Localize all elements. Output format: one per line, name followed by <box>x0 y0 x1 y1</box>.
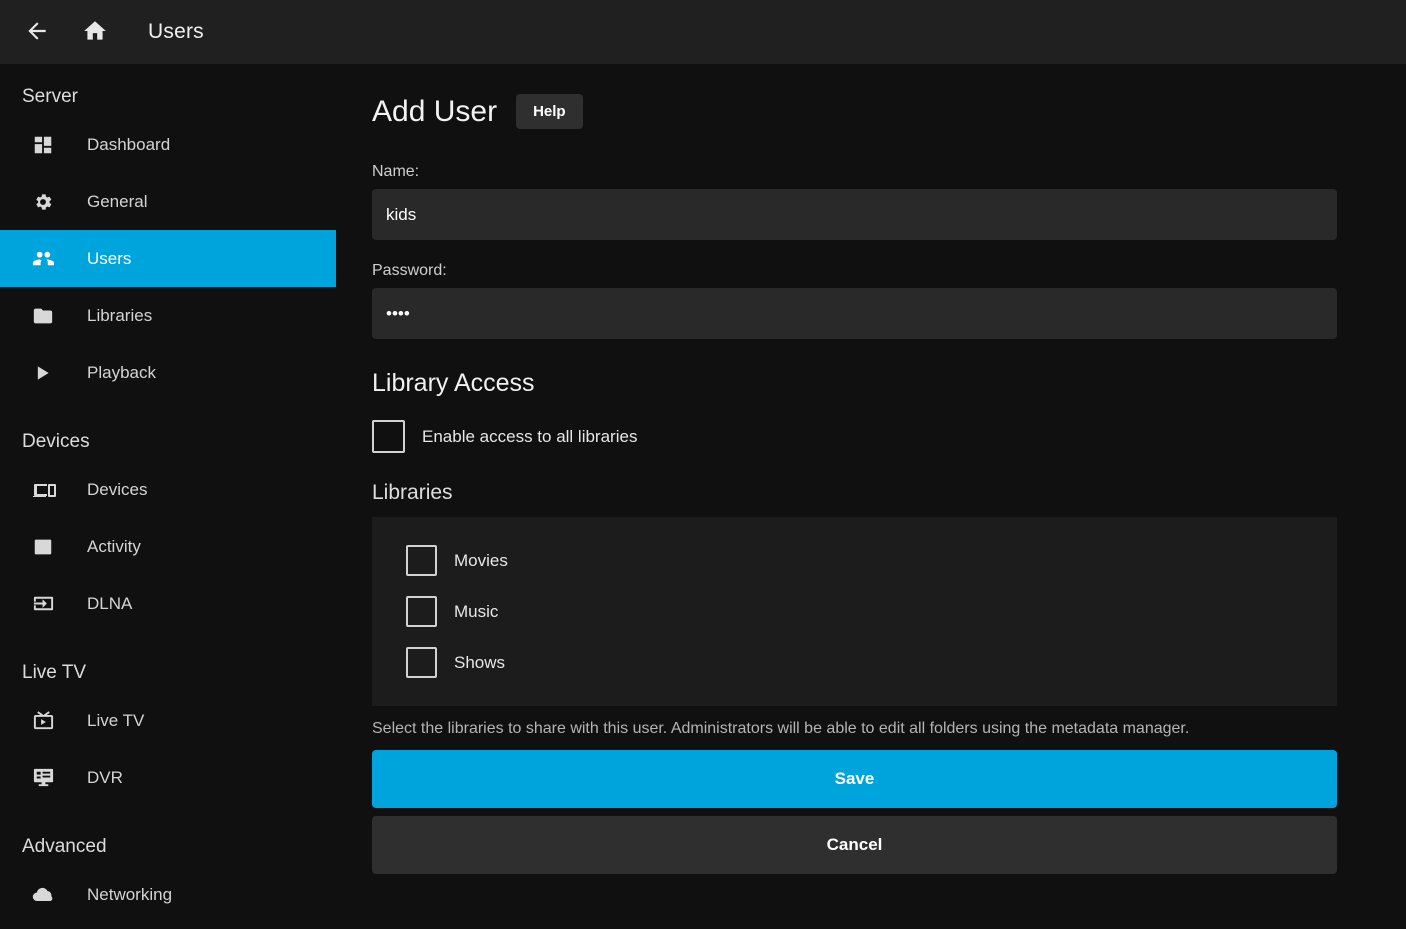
dashboard-grid-icon <box>32 134 66 156</box>
sidebar-section-title: Server <box>0 86 336 108</box>
sidebar-item-label: General <box>87 192 147 212</box>
bar-chart-icon <box>32 536 66 558</box>
input-arrow-icon <box>32 592 66 615</box>
folder-icon <box>32 305 66 327</box>
libraries-title: Libraries <box>372 481 1336 505</box>
library-item-music[interactable]: Music <box>406 586 1337 637</box>
sidebar-item-libraries[interactable]: Libraries <box>0 287 336 344</box>
main-content: Add User Help Name: Password: Library Ac… <box>336 64 1406 929</box>
enable-all-libraries-checkbox[interactable] <box>372 420 405 453</box>
sidebar-item-users[interactable]: Users <box>0 230 336 287</box>
cancel-button[interactable]: Cancel <box>372 816 1337 874</box>
password-input[interactable] <box>372 288 1337 339</box>
sidebar-item-dlna[interactable]: DLNA <box>0 575 336 632</box>
sidebar-item-label: DLNA <box>87 594 132 614</box>
gear-icon <box>32 191 66 213</box>
top-app-bar: Users <box>0 0 1406 64</box>
play-triangle-icon <box>32 363 66 383</box>
people-icon <box>32 247 66 270</box>
password-label: Password: <box>372 262 1336 280</box>
sidebar-section-advanced: Advanced Networking <box>0 836 336 923</box>
back-button[interactable] <box>10 5 64 59</box>
home-icon <box>82 18 108 47</box>
home-button[interactable] <box>68 5 122 59</box>
sidebar-section-title: Live TV <box>0 662 336 684</box>
library-checkbox[interactable] <box>406 545 437 576</box>
sidebar-section-live-tv: Live TV Live TV DVR <box>0 662 336 806</box>
library-label: Music <box>454 602 498 622</box>
sidebar-section-title: Advanced <box>0 836 336 858</box>
sidebar-item-live-tv[interactable]: Live TV <box>0 692 336 749</box>
page-header: Add User Help <box>372 94 1336 129</box>
sidebar: Server Dashboard General Users <box>0 64 336 929</box>
arrow-left-icon <box>24 18 50 47</box>
sidebar-item-label: Devices <box>87 480 147 500</box>
sidebar-item-playback[interactable]: Playback <box>0 344 336 401</box>
sidebar-item-label: Networking <box>87 885 172 905</box>
save-button[interactable]: Save <box>372 750 1337 808</box>
sidebar-item-label: Activity <box>87 537 141 557</box>
help-button[interactable]: Help <box>516 94 583 129</box>
sidebar-section-title: Devices <box>0 431 336 453</box>
sidebar-item-general[interactable]: General <box>0 173 336 230</box>
library-checkbox[interactable] <box>406 596 437 627</box>
libraries-help-text: Select the libraries to share with this … <box>372 717 1337 742</box>
library-item-shows[interactable]: Shows <box>406 637 1337 688</box>
cloud-icon <box>32 883 66 907</box>
library-item-movies[interactable]: Movies <box>406 535 1337 586</box>
password-field-group: Password: <box>372 262 1336 339</box>
library-checkbox[interactable] <box>406 647 437 678</box>
sidebar-item-label: Playback <box>87 363 156 383</box>
libraries-list: Movies Music Shows <box>372 517 1337 706</box>
sidebar-item-label: Libraries <box>87 306 152 326</box>
name-label: Name: <box>372 163 1336 181</box>
enable-all-libraries-label: Enable access to all libraries <box>422 427 637 447</box>
sidebar-item-devices[interactable]: Devices <box>0 461 336 518</box>
library-label: Shows <box>454 653 505 673</box>
enable-all-libraries-row[interactable]: Enable access to all libraries <box>372 420 1336 453</box>
sidebar-section-devices: Devices Devices Activity DLNA <box>0 431 336 632</box>
page-title-header: Users <box>148 20 204 44</box>
devices-icon <box>32 478 66 502</box>
sidebar-item-dvr[interactable]: DVR <box>0 749 336 806</box>
name-input[interactable] <box>372 189 1337 240</box>
sidebar-item-networking[interactable]: Networking <box>0 866 336 923</box>
sidebar-item-dashboard[interactable]: Dashboard <box>0 116 336 173</box>
sidebar-item-label: Live TV <box>87 711 144 731</box>
tv-icon <box>32 709 66 732</box>
sidebar-item-label: Dashboard <box>87 135 170 155</box>
sidebar-item-label: DVR <box>87 768 123 788</box>
library-access-title: Library Access <box>372 369 1336 398</box>
sidebar-item-activity[interactable]: Activity <box>0 518 336 575</box>
library-label: Movies <box>454 551 508 571</box>
sidebar-section-server: Server Dashboard General Users <box>0 86 336 401</box>
page-layout: Server Dashboard General Users <box>0 64 1406 929</box>
page-title: Add User <box>372 95 497 129</box>
name-field-group: Name: <box>372 163 1336 240</box>
dvr-list-icon <box>32 766 66 789</box>
sidebar-item-label: Users <box>87 249 131 269</box>
